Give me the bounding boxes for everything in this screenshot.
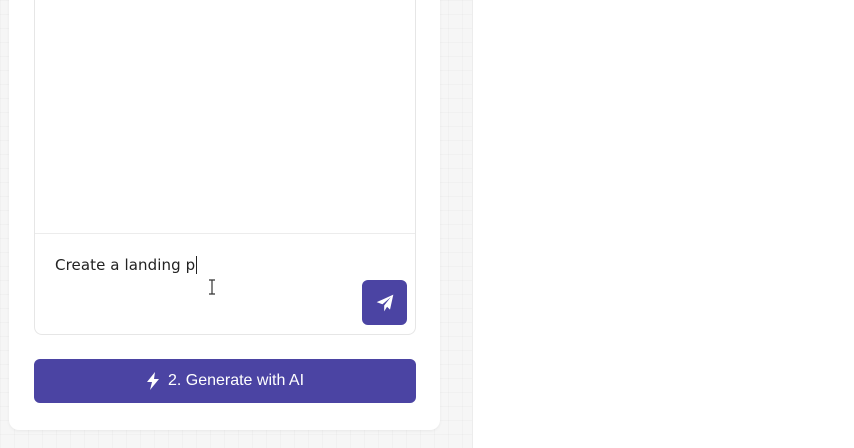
generator-card: Create a landing p 2. Generate with AI <box>9 0 440 430</box>
paper-plane-icon <box>376 294 393 311</box>
generate-with-ai-button[interactable]: 2. Generate with AI <box>34 359 416 403</box>
generate-button-label: 2. Generate with AI <box>167 372 305 389</box>
prompt-composer[interactable]: Create a landing p <box>35 234 415 334</box>
text-caret <box>196 256 198 274</box>
prompt-input-value: Create a landing p <box>55 256 196 274</box>
text-cursor-icon <box>209 279 215 295</box>
chat-messages-area <box>35 0 415 234</box>
bolt-icon <box>146 372 160 390</box>
chat-box: Create a landing p <box>34 0 416 335</box>
preview-pane <box>474 0 854 448</box>
send-button[interactable] <box>362 280 407 325</box>
prompt-input[interactable]: Create a landing p <box>55 256 198 274</box>
